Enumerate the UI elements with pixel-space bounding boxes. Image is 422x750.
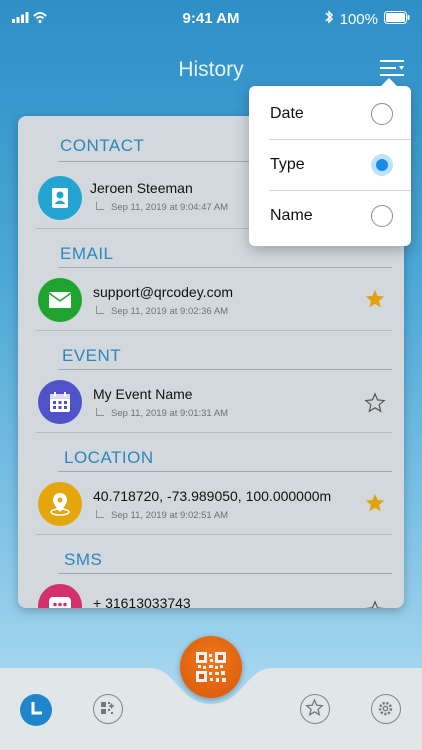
radio-button-selected[interactable]: [371, 154, 393, 176]
section-label: SMS: [64, 550, 103, 569]
item-timestamp: Sep 11, 2019 at 9:02:51 AM: [96, 510, 228, 521]
section-label: LOCATION: [64, 448, 154, 467]
item-timestamp: Sep 11, 2019 at 9:04:47 AM: [96, 202, 228, 213]
settings-gear-icon[interactable]: [371, 694, 401, 724]
chat-bubble-icon: [38, 584, 82, 608]
radio-button[interactable]: [371, 205, 393, 227]
section-divider: [58, 369, 392, 370]
battery-percent: 100%: [339, 10, 378, 28]
favorites-tab-icon[interactable]: [300, 694, 330, 724]
battery-icon: [384, 10, 410, 28]
section-divider: [58, 573, 392, 574]
sort-menu: Date Type Name: [249, 78, 411, 246]
sort-option-type[interactable]: Type: [249, 140, 411, 191]
sort-option-date[interactable]: Date: [249, 89, 411, 140]
section-divider: [58, 471, 392, 472]
envelope-icon: [38, 278, 82, 322]
status-bar: 9:41 AM 100%: [0, 0, 422, 36]
item-title: Jeroen Steeman: [90, 180, 193, 196]
sort-option-name[interactable]: Name: [249, 191, 411, 242]
scan-button[interactable]: [180, 636, 242, 698]
row-divider: [36, 534, 392, 535]
row-divider: [36, 432, 392, 433]
section-label: CONTACT: [60, 136, 145, 155]
item-title: + 31613033743: [93, 595, 191, 608]
person-icon: [38, 176, 82, 220]
star-outline-icon[interactable]: [364, 600, 386, 608]
qr-code-icon: [196, 652, 226, 682]
location-pin-icon: [38, 482, 82, 526]
option-label: Name: [270, 207, 313, 224]
star-filled-icon[interactable]: [364, 288, 386, 310]
option-label: Type: [270, 156, 305, 173]
history-tab-icon[interactable]: [20, 694, 52, 726]
calendar-icon: [38, 380, 82, 424]
item-title: My Event Name: [93, 386, 193, 402]
bluetooth-icon: [324, 10, 334, 28]
generate-qr-tab-icon[interactable]: [93, 694, 123, 724]
item-title: support@qrcodey.com: [93, 284, 234, 300]
star-filled-icon[interactable]: [364, 492, 386, 514]
row-divider: [36, 330, 392, 331]
section-location: LOCATION 40.718720, -73.989050, 100.0000…: [18, 422, 404, 526]
radio-button[interactable]: [371, 103, 393, 125]
item-timestamp: Sep 11, 2019 at 9:02:36 AM: [96, 306, 228, 317]
section-event: EVENT My Event Name Sep 11, 2019 at 9:01…: [18, 320, 404, 424]
item-title: 40.718720, -73.989050, 100.000000m: [93, 488, 332, 504]
option-label: Date: [270, 105, 304, 122]
section-label: EVENT: [62, 346, 122, 365]
star-outline-icon[interactable]: [364, 392, 386, 414]
section-label: EMAIL: [60, 244, 114, 263]
section-divider: [58, 267, 392, 268]
section-sms: SMS + 31613033743: [18, 524, 404, 608]
item-timestamp: Sep 11, 2019 at 9:01:31 AM: [96, 408, 228, 419]
page-title: History: [178, 58, 244, 81]
